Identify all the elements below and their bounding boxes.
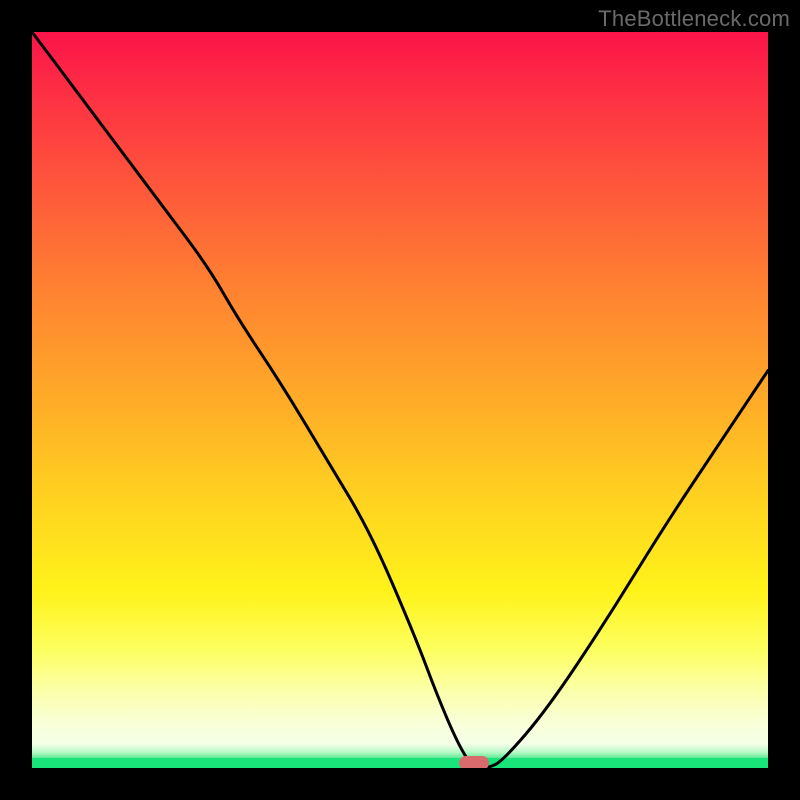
- curve-path: [32, 32, 768, 768]
- minimum-marker: [459, 756, 489, 768]
- watermark-text: TheBottleneck.com: [598, 6, 790, 32]
- plot-area: [32, 32, 768, 768]
- chart-frame: TheBottleneck.com: [0, 0, 800, 800]
- bottleneck-curve: [32, 32, 768, 768]
